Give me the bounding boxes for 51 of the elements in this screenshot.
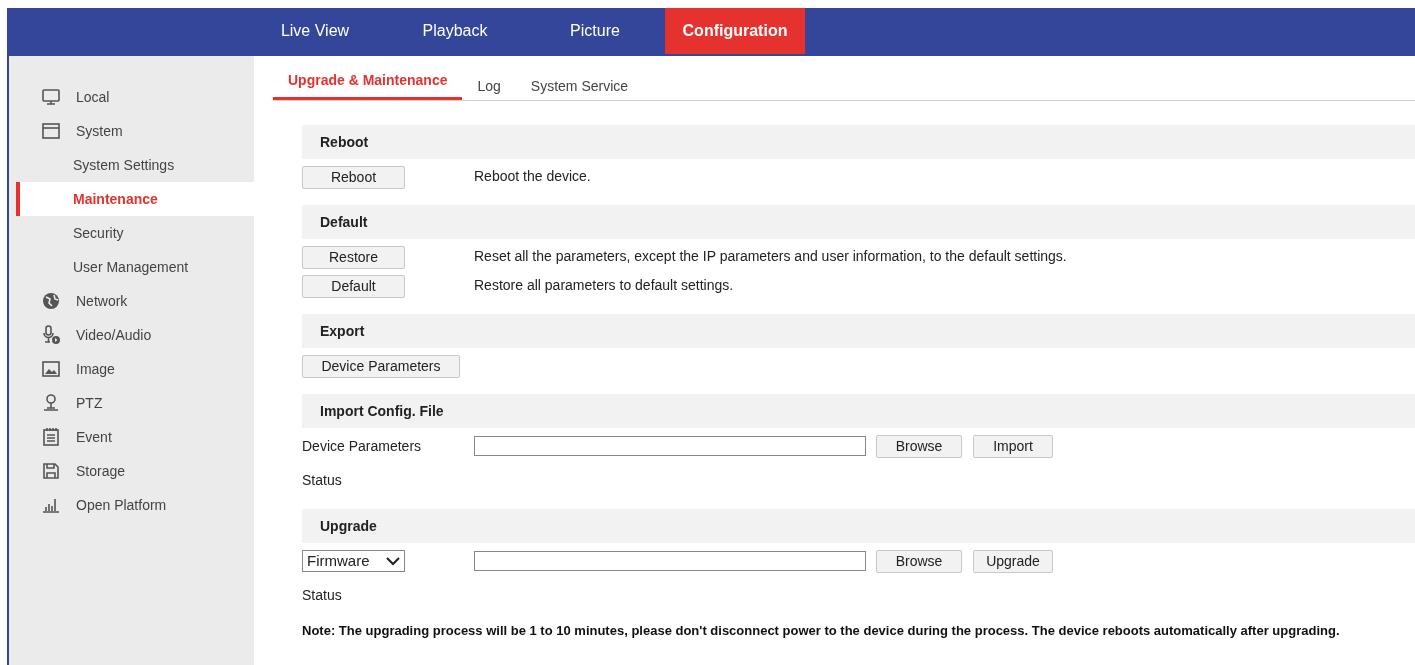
- sidebar-item[interactable]: Event: [16, 420, 254, 454]
- calendar-icon: [41, 427, 61, 447]
- globe-icon: [41, 291, 61, 311]
- sub-tab[interactable]: System Service: [515, 67, 644, 100]
- microphone-play-icon: [41, 325, 61, 345]
- chevron-down-icon: [386, 556, 400, 566]
- firmware-dropdown[interactable]: Firmware: [302, 550, 405, 572]
- sidebar-item[interactable]: Video/Audio: [16, 318, 254, 352]
- action-button[interactable]: Upgrade: [973, 549, 1053, 573]
- sub-tab[interactable]: Upgrade & Maintenance: [273, 67, 463, 100]
- top-nav-tab[interactable]: Live View: [245, 8, 385, 54]
- section-header: Reboot: [302, 125, 1415, 159]
- action-button[interactable]: Import: [973, 434, 1053, 458]
- sidebar-item[interactable]: Image: [16, 352, 254, 386]
- status-label: Status: [302, 586, 342, 605]
- top-nav-tab[interactable]: Playback: [385, 8, 525, 54]
- sidebar-item[interactable]: System: [16, 114, 254, 148]
- image-icon: [41, 359, 61, 379]
- status-label: Status: [302, 471, 342, 490]
- sidebar-subitem[interactable]: Security: [16, 216, 254, 250]
- action-button[interactable]: Browse: [876, 549, 962, 573]
- action-button[interactable]: Default: [302, 274, 405, 298]
- sub-tab[interactable]: Log: [462, 67, 516, 100]
- window-icon: [41, 121, 61, 141]
- section-header: Upgrade: [302, 509, 1415, 543]
- sidebar-item[interactable]: Network: [16, 284, 254, 318]
- action-button[interactable]: Device Parameters: [302, 354, 460, 378]
- monitor-icon: [41, 87, 61, 107]
- sidebar-subitem[interactable]: Maintenance: [16, 182, 254, 216]
- action-button[interactable]: Browse: [876, 434, 962, 458]
- field-label: Device Parameters: [302, 438, 422, 454]
- action-button[interactable]: Restore: [302, 245, 405, 269]
- section-header: Export: [302, 314, 1415, 348]
- sidebar-item[interactable]: PTZ: [16, 386, 254, 420]
- sidebar-subitem[interactable]: System Settings: [16, 148, 254, 182]
- top-nav-tab[interactable]: Picture: [525, 8, 665, 54]
- person-icon: [41, 393, 61, 413]
- sidebar-item[interactable]: Storage: [16, 454, 254, 488]
- section-header: Import Config. File: [302, 394, 1415, 428]
- note-text: Note: The upgrading process will be 1 to 10 minutes, please don't disconnect power to the device during the process. The device reboots automatically after upgrading.: [302, 621, 1340, 640]
- sidebar-item[interactable]: Local: [16, 80, 254, 114]
- file-path-field[interactable]: [474, 436, 866, 456]
- action-button[interactable]: Reboot: [302, 165, 405, 189]
- description-text: Reboot the device.: [474, 167, 591, 186]
- description-text: Reset all the parameters, except the IP parameters and user information, to the default settings.: [474, 247, 1067, 266]
- section-header: Default: [302, 205, 1415, 239]
- file-path-field[interactable]: [474, 551, 866, 571]
- top-nav-tab[interactable]: Configuration: [665, 8, 805, 54]
- description-text: Restore all parameters to default settings.: [474, 276, 734, 295]
- sidebar-item[interactable]: Open Platform: [16, 488, 254, 522]
- sidebar-subitem[interactable]: User Management: [16, 250, 254, 284]
